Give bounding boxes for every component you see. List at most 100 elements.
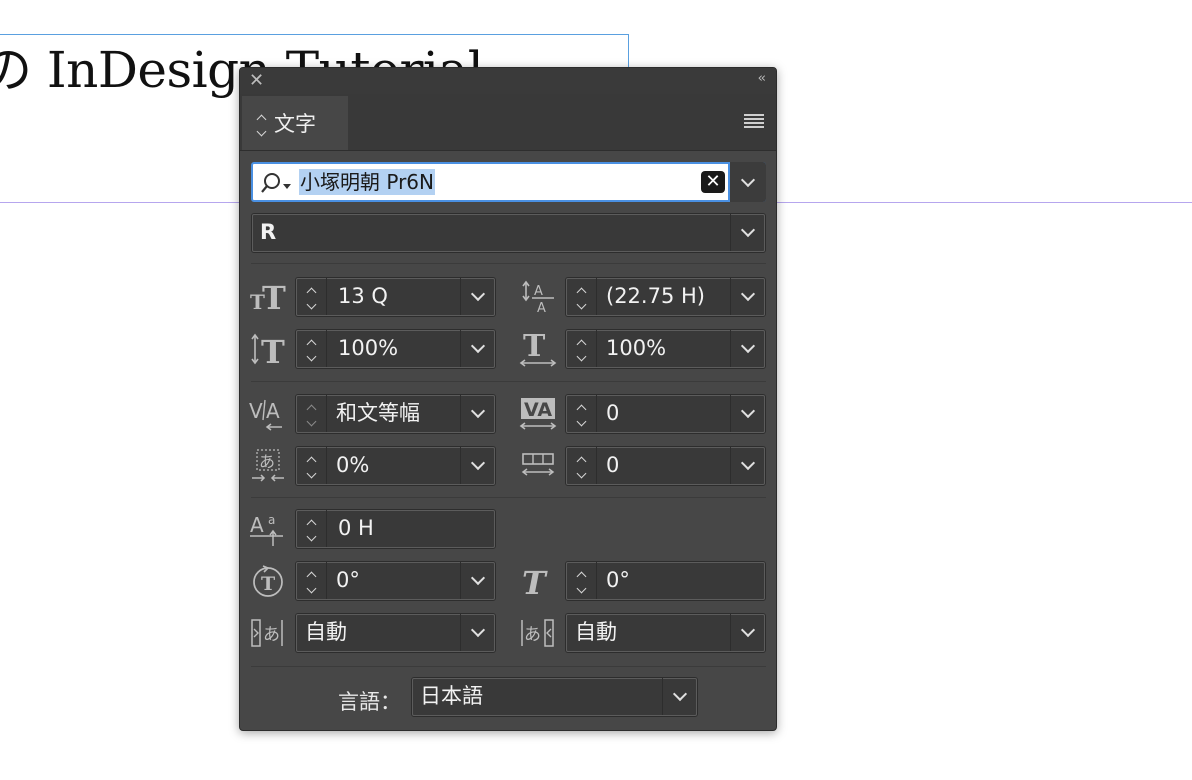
horizontal-scale-icon: T: [518, 329, 558, 369]
horizontal-scale-value[interactable]: 100%: [606, 330, 666, 367]
tracking-value[interactable]: 0: [606, 395, 619, 432]
tsume-field[interactable]: 0%: [295, 446, 496, 486]
font-family-field[interactable]: 小塚明朝 Pr6N ✕: [251, 162, 766, 202]
aki-icon: [518, 446, 558, 486]
tsume-stepper[interactable]: [296, 447, 327, 484]
svg-text:A: A: [537, 301, 546, 315]
kerning-dropdown[interactable]: [460, 395, 495, 432]
panel-title-bar[interactable]: ✕ ‹‹: [240, 68, 776, 94]
horizontal-scale-dropdown[interactable]: [730, 330, 765, 367]
panel-menu-icon[interactable]: [744, 114, 764, 128]
font-size-value[interactable]: 13 Q: [338, 278, 388, 315]
leading-dropdown[interactable]: [730, 278, 765, 315]
svg-text:T: T: [262, 281, 286, 313]
vertical-scale-value[interactable]: 100%: [338, 330, 398, 367]
character-rotation-field[interactable]: 0°: [295, 561, 496, 601]
leading-field[interactable]: (22.75 H): [565, 277, 766, 317]
svg-text:VA: VA: [524, 399, 552, 421]
font-style-dropdown[interactable]: [730, 214, 765, 251]
vertical-scale-field[interactable]: 100%: [295, 329, 496, 369]
skew-field[interactable]: 0°: [565, 561, 766, 601]
svg-text:A: A: [534, 284, 543, 299]
baseline-shift-stepper[interactable]: [296, 510, 327, 547]
baseline-shift-icon: A a: [249, 509, 289, 549]
svg-text:T: T: [523, 330, 546, 364]
horizontal-scale-field[interactable]: 100%: [565, 329, 766, 369]
aki-dropdown[interactable]: [730, 447, 765, 484]
tsume-icon: あ: [249, 446, 289, 486]
baseline-shift-field[interactable]: 0 H: [295, 509, 496, 549]
tracking-icon: VA: [518, 394, 558, 434]
aki-after-dropdown[interactable]: [730, 614, 765, 651]
aki-field[interactable]: 0: [565, 446, 766, 486]
aki-before-field[interactable]: 自動: [295, 613, 496, 653]
clear-icon[interactable]: ✕: [701, 171, 725, 193]
search-icon[interactable]: [259, 171, 299, 195]
character-rotation-value[interactable]: 0°: [336, 562, 360, 599]
tab-label: 文字: [274, 112, 316, 136]
divider: [251, 381, 766, 382]
tsume-value[interactable]: 0%: [336, 447, 369, 484]
skew-icon: T: [518, 561, 558, 601]
tab-character[interactable]: 文字: [242, 96, 348, 150]
svg-text:T: T: [261, 333, 285, 366]
divider: [251, 263, 766, 264]
font-size-field[interactable]: 13 Q: [295, 277, 496, 317]
language-dropdown[interactable]: [662, 678, 697, 715]
kerning-value[interactable]: 和文等幅: [336, 395, 420, 432]
tracking-field[interactable]: 0: [565, 394, 766, 434]
tsume-dropdown[interactable]: [460, 447, 495, 484]
language-value[interactable]: 日本語: [420, 678, 483, 715]
font-size-dropdown[interactable]: [460, 278, 495, 315]
skew-stepper[interactable]: [566, 562, 597, 599]
aki-before-dropdown[interactable]: [460, 614, 495, 651]
panel-tab-row: 文字: [240, 94, 776, 151]
aki-before-value[interactable]: 自動: [305, 614, 347, 651]
font-family-dropdown[interactable]: [728, 162, 766, 202]
tracking-dropdown[interactable]: [730, 395, 765, 432]
svg-text:あ: あ: [259, 452, 275, 471]
vertical-scale-icon: T: [249, 329, 289, 369]
vertical-scale-dropdown[interactable]: [460, 330, 495, 367]
aki-after-value[interactable]: 自動: [575, 614, 617, 651]
aki-before-icon: あ: [249, 613, 289, 653]
svg-text:A: A: [250, 513, 264, 537]
collapse-panel-icon[interactable]: ‹‹: [758, 71, 767, 86]
leading-stepper[interactable]: [566, 278, 597, 315]
font-style-field[interactable]: R: [251, 213, 766, 253]
leading-value[interactable]: (22.75 H): [606, 278, 705, 315]
aki-after-icon: あ: [518, 613, 558, 653]
language-field[interactable]: 日本語: [411, 677, 698, 717]
character-rotation-stepper[interactable]: [296, 562, 327, 599]
expand-toggle-icon[interactable]: [256, 112, 266, 136]
font-family-input[interactable]: 小塚明朝 Pr6N: [299, 169, 435, 195]
divider: [251, 666, 766, 667]
font-size-icon: T T: [249, 277, 289, 317]
kerning-icon: V A: [249, 394, 289, 434]
divider: [251, 497, 766, 498]
character-rotation-icon: T: [249, 561, 289, 601]
aki-stepper[interactable]: [566, 447, 597, 484]
character-panel: ✕ ‹‹ 文字 小塚明朝 Pr6N ✕ R T T 13 Q A A (22.7…: [239, 67, 777, 731]
baseline-shift-value[interactable]: 0 H: [338, 510, 374, 547]
svg-text:T: T: [261, 573, 275, 595]
language-label: 言語：: [338, 690, 401, 714]
svg-text:あ: あ: [524, 625, 541, 645]
svg-text:A: A: [266, 399, 280, 423]
kerning-field[interactable]: 和文等幅: [295, 394, 496, 434]
vertical-scale-stepper[interactable]: [296, 330, 327, 367]
close-icon[interactable]: ✕: [249, 70, 264, 92]
aki-after-field[interactable]: 自動: [565, 613, 766, 653]
aki-value[interactable]: 0: [606, 447, 619, 484]
font-size-stepper[interactable]: [296, 278, 327, 315]
tracking-stepper[interactable]: [566, 395, 597, 432]
character-rotation-dropdown[interactable]: [460, 562, 495, 599]
leading-icon: A A: [520, 277, 560, 317]
horizontal-scale-stepper[interactable]: [566, 330, 597, 367]
svg-text:a: a: [268, 513, 275, 527]
svg-text:T: T: [522, 564, 548, 600]
font-style-value[interactable]: R: [260, 214, 276, 251]
svg-text:あ: あ: [263, 625, 280, 645]
kerning-stepper[interactable]: [296, 395, 327, 432]
skew-value[interactable]: 0°: [606, 562, 630, 599]
